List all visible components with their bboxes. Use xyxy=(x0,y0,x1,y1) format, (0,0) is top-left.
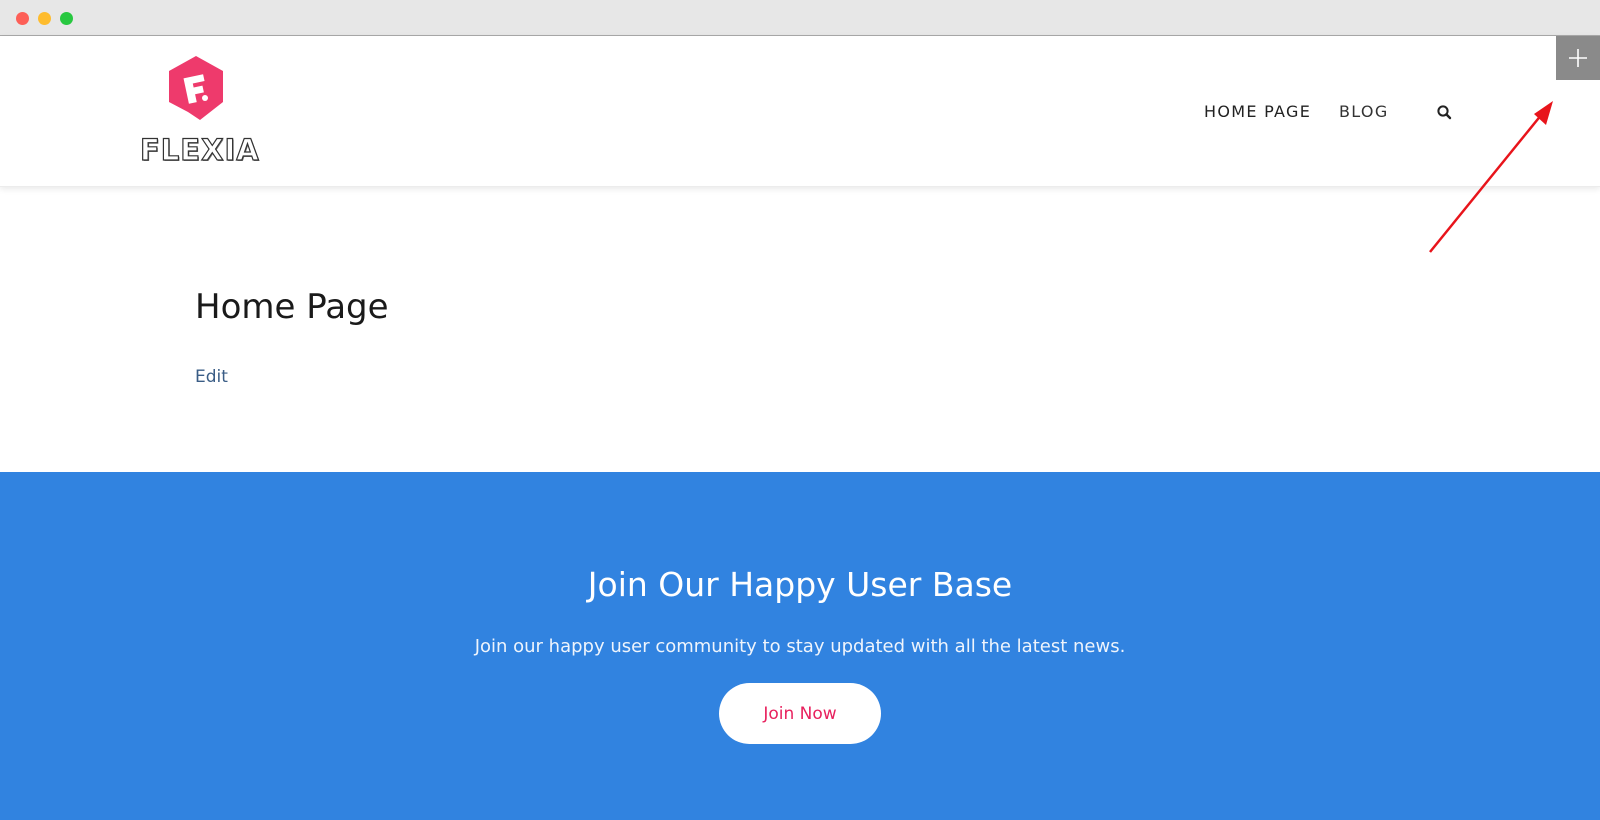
site-header: FLEXIA HOME PAGE BLOG xyxy=(0,36,1600,187)
edit-link[interactable]: Edit xyxy=(195,367,228,387)
page-title: Home Page xyxy=(195,287,389,327)
cta-section: Join Our Happy User Base Join our happy … xyxy=(0,472,1600,820)
close-window-button[interactable] xyxy=(16,12,29,25)
page-content: Home Page Edit xyxy=(0,187,1600,472)
search-icon[interactable] xyxy=(1436,104,1454,122)
plus-icon xyxy=(1569,49,1587,67)
logo-wordmark: FLEXIA xyxy=(139,132,260,167)
minimize-window-button[interactable] xyxy=(38,12,51,25)
site-logo[interactable]: FLEXIA xyxy=(139,54,265,179)
browser-chrome xyxy=(0,0,1600,36)
nav-item-blog[interactable]: BLOG xyxy=(1339,102,1389,121)
cta-description: Join our happy user community to stay up… xyxy=(474,636,1126,657)
join-now-button[interactable]: Join Now xyxy=(719,683,881,744)
browser-window: FLEXIA HOME PAGE BLOG Home Page Edit Joi… xyxy=(0,0,1600,820)
maximize-window-button[interactable] xyxy=(60,12,73,25)
add-section-button[interactable] xyxy=(1556,36,1600,80)
nav-item-home-page[interactable]: HOME PAGE xyxy=(1204,102,1311,121)
cta-title: Join Our Happy User Base xyxy=(587,565,1013,604)
flexia-logo-icon xyxy=(169,56,223,120)
